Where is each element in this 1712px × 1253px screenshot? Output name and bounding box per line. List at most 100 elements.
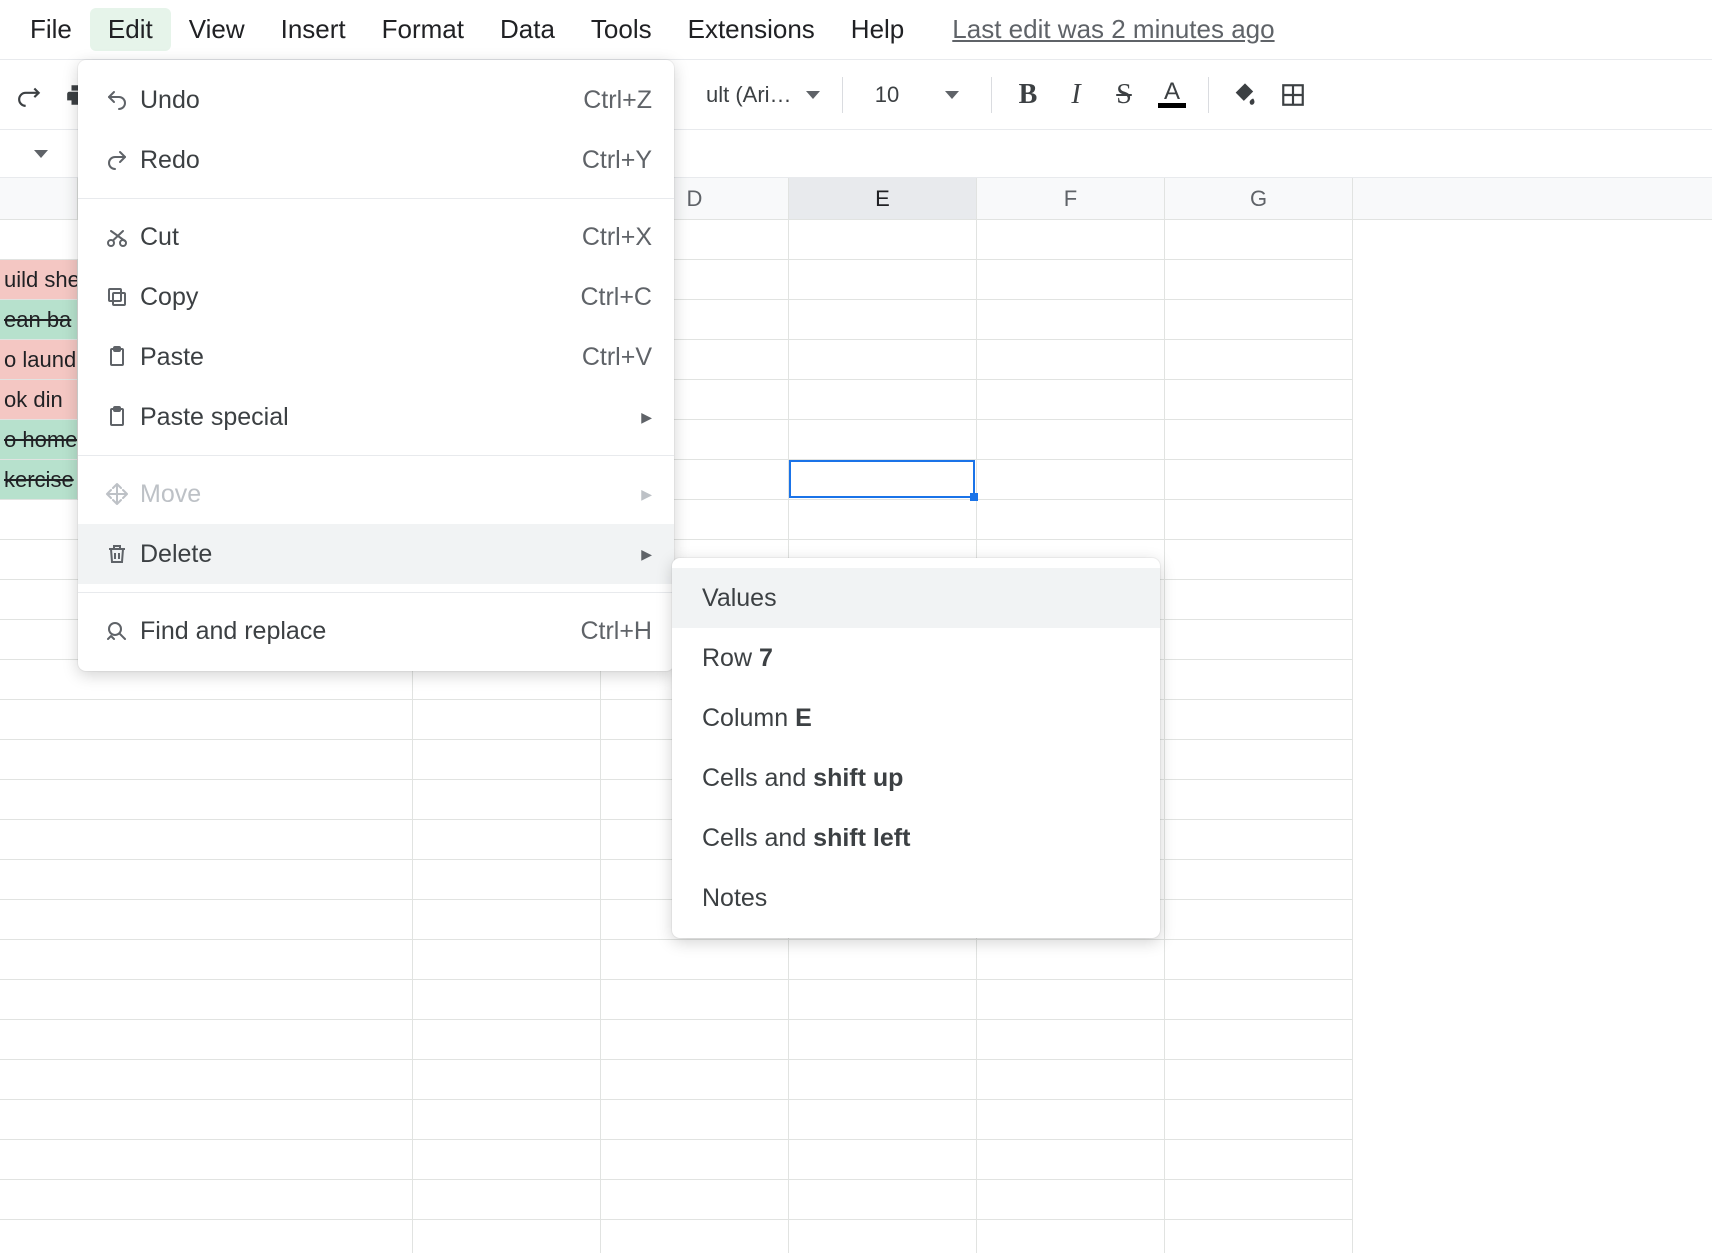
cell[interactable] xyxy=(78,980,413,1020)
cell[interactable] xyxy=(413,1140,601,1180)
cell[interactable] xyxy=(78,1140,413,1180)
submenu-item[interactable]: Cells and shift up xyxy=(672,748,1160,808)
cell[interactable] xyxy=(1165,700,1353,740)
cell[interactable] xyxy=(413,1220,601,1253)
submenu-item[interactable]: Column E xyxy=(672,688,1160,748)
cell[interactable] xyxy=(977,420,1165,460)
cell[interactable] xyxy=(0,900,78,940)
cell[interactable] xyxy=(413,860,601,900)
menu-file[interactable]: File xyxy=(12,8,90,51)
menu-item-paste[interactable]: PasteCtrl+V xyxy=(78,327,674,387)
menu-edit[interactable]: Edit xyxy=(90,8,171,51)
cell[interactable] xyxy=(78,1100,413,1140)
cell[interactable] xyxy=(0,500,78,540)
cell[interactable] xyxy=(413,1100,601,1140)
cell[interactable]: ean ba xyxy=(0,300,78,340)
menu-item-paste-special[interactable]: Paste special▶ xyxy=(78,387,674,447)
cell[interactable] xyxy=(78,740,413,780)
cell[interactable] xyxy=(601,1140,789,1180)
column-header[interactable] xyxy=(0,178,78,219)
cell[interactable] xyxy=(977,1180,1165,1220)
last-edit-link[interactable]: Last edit was 2 minutes ago xyxy=(952,14,1274,45)
cell[interactable] xyxy=(0,940,78,980)
borders-button[interactable] xyxy=(1271,73,1315,117)
cell[interactable] xyxy=(78,940,413,980)
cell[interactable] xyxy=(1165,940,1353,980)
cell[interactable] xyxy=(977,1100,1165,1140)
cell[interactable] xyxy=(601,1060,789,1100)
cell[interactable] xyxy=(0,540,78,580)
font-size-select[interactable]: 10 xyxy=(857,82,977,108)
redo-button[interactable] xyxy=(8,73,52,117)
cell[interactable] xyxy=(1165,260,1353,300)
cell[interactable] xyxy=(0,1180,78,1220)
cell[interactable] xyxy=(413,820,601,860)
cell[interactable] xyxy=(0,700,78,740)
cell[interactable] xyxy=(0,820,78,860)
cell[interactable] xyxy=(789,260,977,300)
menu-tools[interactable]: Tools xyxy=(573,8,670,51)
cell[interactable] xyxy=(1165,980,1353,1020)
menu-help[interactable]: Help xyxy=(833,8,922,51)
cell[interactable] xyxy=(977,980,1165,1020)
cell[interactable] xyxy=(1165,500,1353,540)
cell[interactable] xyxy=(413,900,601,940)
cell[interactable] xyxy=(1165,1060,1353,1100)
cell[interactable] xyxy=(977,1020,1165,1060)
cell[interactable] xyxy=(0,980,78,1020)
cell[interactable] xyxy=(601,940,789,980)
cell[interactable] xyxy=(0,220,78,260)
fill-color-button[interactable] xyxy=(1223,73,1267,117)
cell[interactable] xyxy=(0,780,78,820)
cell[interactable] xyxy=(1165,420,1353,460)
cell[interactable] xyxy=(1165,1140,1353,1180)
cell[interactable] xyxy=(78,1020,413,1060)
cell[interactable]: kercise xyxy=(0,460,78,500)
cell[interactable] xyxy=(789,220,977,260)
cell[interactable] xyxy=(78,1180,413,1220)
cell[interactable] xyxy=(977,340,1165,380)
cell[interactable] xyxy=(1165,740,1353,780)
cell[interactable] xyxy=(0,1140,78,1180)
bold-button[interactable]: B xyxy=(1006,73,1050,117)
menu-item-cut[interactable]: CutCtrl+X xyxy=(78,207,674,267)
cell[interactable] xyxy=(0,620,78,660)
cell[interactable] xyxy=(789,1180,977,1220)
cell[interactable] xyxy=(78,860,413,900)
cell[interactable] xyxy=(1165,660,1353,700)
submenu-item[interactable]: Cells and shift left xyxy=(672,808,1160,868)
cell[interactable] xyxy=(789,980,977,1020)
cell[interactable] xyxy=(601,1100,789,1140)
cell[interactable] xyxy=(1165,460,1353,500)
cell[interactable] xyxy=(413,940,601,980)
cell[interactable] xyxy=(789,300,977,340)
cell[interactable] xyxy=(0,1020,78,1060)
name-box-dropdown[interactable] xyxy=(0,150,70,158)
cell[interactable] xyxy=(1165,780,1353,820)
cell[interactable] xyxy=(977,500,1165,540)
cell[interactable] xyxy=(1165,580,1353,620)
cell[interactable] xyxy=(1165,300,1353,340)
submenu-item[interactable]: Notes xyxy=(672,868,1160,928)
cell[interactable] xyxy=(1165,860,1353,900)
cell[interactable] xyxy=(789,940,977,980)
submenu-item[interactable]: Values xyxy=(672,568,1160,628)
menu-insert[interactable]: Insert xyxy=(263,8,364,51)
cell[interactable] xyxy=(977,380,1165,420)
cell[interactable] xyxy=(1165,1180,1353,1220)
cell[interactable] xyxy=(413,1060,601,1100)
cell[interactable] xyxy=(78,820,413,860)
menu-item-undo[interactable]: UndoCtrl+Z xyxy=(78,70,674,130)
cell[interactable]: o home xyxy=(0,420,78,460)
cell[interactable] xyxy=(78,780,413,820)
cell[interactable] xyxy=(789,460,977,500)
cell[interactable] xyxy=(1165,1220,1353,1253)
cell[interactable] xyxy=(0,1220,78,1253)
cell[interactable] xyxy=(1165,620,1353,660)
cell[interactable] xyxy=(413,1020,601,1060)
menu-item-redo[interactable]: RedoCtrl+Y xyxy=(78,130,674,190)
cell[interactable] xyxy=(413,1180,601,1220)
cell[interactable] xyxy=(1165,340,1353,380)
cell[interactable] xyxy=(977,460,1165,500)
cell[interactable] xyxy=(977,940,1165,980)
